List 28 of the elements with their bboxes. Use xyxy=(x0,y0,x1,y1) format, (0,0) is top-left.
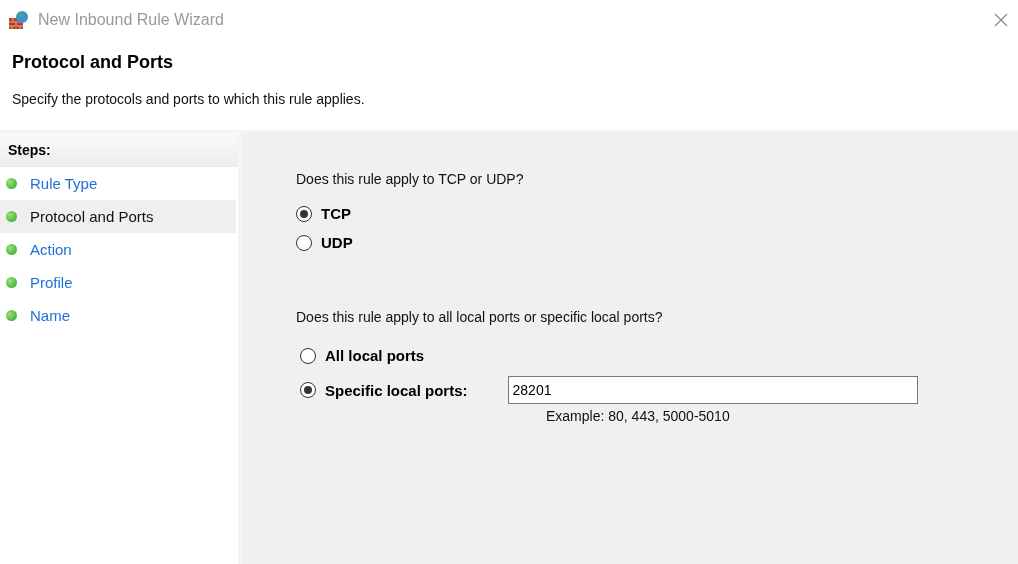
radio-button[interactable] xyxy=(296,205,312,222)
window-title: New Inbound Rule Wizard xyxy=(38,11,225,29)
step-item[interactable]: Action xyxy=(0,233,236,266)
radio-button[interactable] xyxy=(300,382,316,398)
status-dot-icon xyxy=(6,310,17,321)
radio-option[interactable]: UDP xyxy=(296,234,1018,251)
question-text: Does this rule apply to TCP or UDP? xyxy=(296,171,525,187)
page-subtitle: Specify the protocols and ports to which this rule applies. xyxy=(12,91,366,107)
radio-option[interactable]: TCP xyxy=(296,205,1018,222)
radio-button[interactable] xyxy=(296,234,312,251)
question-text: Does this rule apply to all local ports or specific local ports? xyxy=(296,309,664,325)
radio-option[interactable]: Specific local ports: xyxy=(300,381,468,399)
ports-input-field[interactable]: 28201 xyxy=(507,376,918,404)
step-item[interactable]: Protocol and Ports xyxy=(0,200,236,233)
radio-button[interactable] xyxy=(300,347,316,364)
status-dot-icon xyxy=(6,277,17,288)
status-dot-icon xyxy=(6,178,17,189)
firewall-icon xyxy=(8,10,30,30)
status-dot-icon xyxy=(6,211,17,222)
example-hint: Example: 80, 443, 5000-5010 xyxy=(546,408,731,424)
steps-heading: Steps: xyxy=(0,133,238,167)
step-item[interactable]: Profile xyxy=(0,266,236,299)
page-title: Protocol and Ports xyxy=(12,52,174,73)
step-item[interactable]: Rule Type xyxy=(0,167,236,200)
step-item[interactable]: Name xyxy=(0,299,236,332)
radio-option[interactable]: All local ports xyxy=(300,347,1018,364)
status-dot-icon xyxy=(6,244,17,255)
close-icon[interactable] xyxy=(994,13,1008,27)
